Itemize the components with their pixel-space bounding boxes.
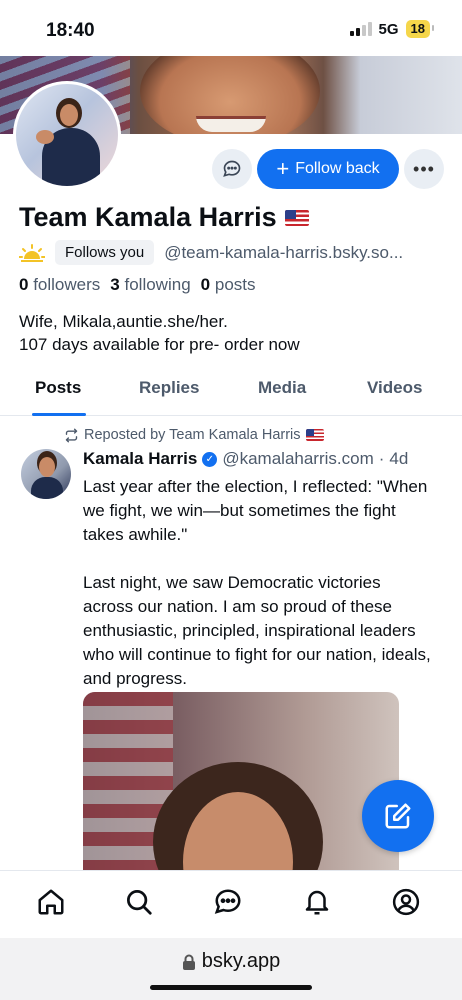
messages-icon[interactable] — [213, 887, 243, 917]
browser-url-bar[interactable]: bsky.app — [0, 938, 462, 1000]
followers-stat[interactable]: 0 followers — [19, 275, 100, 295]
network-type: 5G — [378, 20, 399, 38]
tab-replies[interactable]: Replies — [139, 378, 199, 398]
url-display[interactable]: bsky.app — [0, 950, 462, 973]
home-indicator[interactable] — [150, 985, 312, 990]
signal-icon — [349, 22, 372, 36]
follows-you-badge: Follows you — [55, 240, 155, 265]
lock-icon — [182, 954, 195, 970]
tab-media[interactable]: Media — [258, 378, 306, 398]
profile-icon[interactable] — [391, 887, 421, 917]
home-icon[interactable] — [36, 887, 66, 917]
post-author-name[interactable]: Kamala Harris — [83, 449, 197, 469]
follow-back-button[interactable]: + Follow back — [257, 149, 399, 189]
display-name-text: Team Kamala Harris — [19, 202, 277, 232]
tab-posts[interactable]: Posts — [35, 378, 81, 398]
post-header: Kamala Harris ✓ @kamalaharris.com · 4d — [83, 449, 408, 469]
profile-avatar[interactable] — [13, 81, 121, 189]
chat-bubble-icon — [223, 160, 241, 177]
message-button[interactable] — [212, 149, 252, 189]
bell-icon[interactable] — [302, 887, 332, 917]
search-icon[interactable] — [124, 887, 154, 917]
repost-icon — [65, 428, 78, 442]
battery-icon: 18 — [405, 20, 435, 38]
status-bar: 18:40 5G 18 — [0, 0, 462, 56]
post-author-avatar[interactable] — [21, 449, 71, 499]
compose-icon — [385, 803, 411, 829]
profile-display-name: Team Kamala Harris — [19, 202, 309, 233]
profile-handle: @team-kamala-harris.bsky.so... — [164, 242, 404, 262]
posts-stat: 0 posts — [200, 275, 256, 294]
active-tab-indicator — [32, 413, 86, 416]
compose-button[interactable] — [362, 780, 434, 852]
post-age: 4d — [389, 449, 409, 468]
post-image[interactable] — [83, 692, 399, 882]
repost-text: Reposted by Team Kamala Harris — [84, 427, 301, 443]
us-flag-icon — [305, 429, 324, 441]
profile-stats: 0 followers 3 following 0 posts — [19, 275, 256, 295]
follow-back-label: Follow back — [295, 160, 380, 177]
post-text: Last year after the election, I reflecte… — [83, 477, 431, 688]
following-stat[interactable]: 3 following — [110, 275, 190, 295]
status-indicators: 5G 18 — [349, 20, 435, 38]
tab-videos[interactable]: Videos — [367, 378, 422, 398]
bottom-navigation — [0, 870, 462, 938]
us-flag-icon — [284, 209, 309, 226]
status-time: 18:40 — [46, 20, 95, 41]
verified-check-icon: ✓ — [202, 451, 218, 467]
sun-icon — [19, 243, 45, 262]
profile-bio: Wife, Mikala,auntie.she/her. 107 days av… — [19, 310, 300, 356]
bio-line: 107 days available for pre- order now — [19, 335, 300, 354]
profile-tabs: Posts Replies Media Videos — [0, 368, 462, 416]
plus-icon: + — [276, 156, 290, 181]
post-separator: · — [378, 449, 385, 468]
bio-line: Wife, Mikala,auntie.she/her. — [19, 312, 228, 331]
more-options-button[interactable]: ••• — [404, 149, 444, 189]
ellipsis-icon: ••• — [413, 158, 435, 179]
handle-row: Follows you @team-kamala-harris.bsky.so.… — [19, 240, 459, 265]
repost-label[interactable]: Reposted by Team Kamala Harris — [64, 427, 324, 443]
url-text: bsky.app — [201, 950, 281, 972]
post-author-handle[interactable]: @kamalaharris.com — [222, 449, 373, 469]
